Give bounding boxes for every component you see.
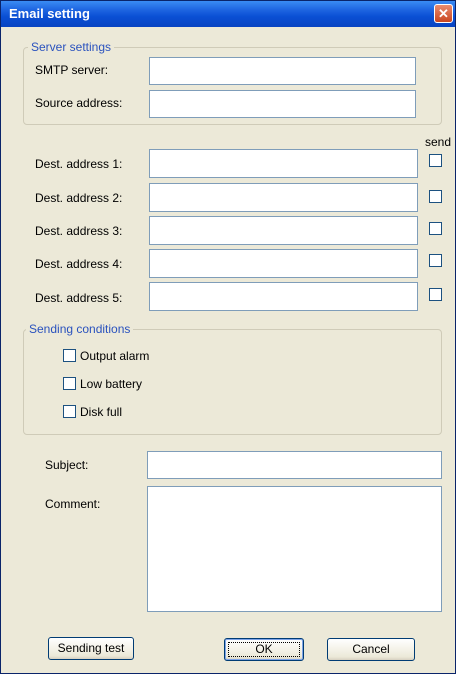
dest-address-2-input[interactable] <box>149 183 418 212</box>
sending-test-label: Sending test <box>57 641 125 655</box>
dest-address-2-send-checkbox[interactable] <box>429 190 442 203</box>
ok-button[interactable]: OK <box>224 638 304 661</box>
subject-label: Subject: <box>45 458 89 472</box>
dest-address-1-label: Dest. address 1: <box>35 157 123 171</box>
source-address-label: Source address: <box>35 96 123 110</box>
dest-address-4-label: Dest. address 4: <box>35 257 123 271</box>
dest-address-3-input[interactable] <box>149 216 418 245</box>
smtp-server-input[interactable] <box>149 57 416 85</box>
dest-address-4-send-checkbox[interactable] <box>429 254 442 267</box>
send-column-header: send <box>425 135 452 149</box>
email-setting-dialog: Email setting ✕ Server settings SMTP ser… <box>0 0 456 674</box>
dest-address-2-label: Dest. address 2: <box>35 191 123 205</box>
window-title: Email setting <box>9 6 90 21</box>
sending-conditions-legend: Sending conditions <box>26 322 134 336</box>
cancel-label: Cancel <box>352 642 390 656</box>
dest-address-3-send-checkbox[interactable] <box>429 222 442 235</box>
server-settings-legend: Server settings <box>28 40 115 54</box>
dest-address-4-input[interactable] <box>149 249 418 278</box>
cancel-button[interactable]: Cancel <box>327 638 415 661</box>
dest-address-3-label: Dest. address 3: <box>35 224 123 238</box>
output-alarm-label[interactable]: Output alarm <box>80 349 149 363</box>
title-bar[interactable]: Email setting ✕ <box>1 1 455 27</box>
dest-address-5-send-checkbox[interactable] <box>429 288 442 301</box>
low-battery-label[interactable]: Low battery <box>80 377 142 391</box>
comment-label: Comment: <box>45 497 101 511</box>
smtp-server-label: SMTP server: <box>35 63 109 77</box>
dest-address-5-input[interactable] <box>149 282 418 311</box>
output-alarm-checkbox[interactable] <box>63 349 76 362</box>
source-address-input[interactable] <box>149 90 416 118</box>
subject-input[interactable] <box>147 451 442 479</box>
low-battery-checkbox[interactable] <box>63 377 76 390</box>
close-icon[interactable]: ✕ <box>434 4 453 23</box>
comment-textarea[interactable] <box>147 486 442 612</box>
dest-address-1-send-checkbox[interactable] <box>429 154 442 167</box>
disk-full-checkbox[interactable] <box>63 405 76 418</box>
ok-focus-ring <box>228 642 300 657</box>
dest-address-1-input[interactable] <box>149 149 418 178</box>
sending-test-button[interactable]: Sending test <box>48 637 134 660</box>
disk-full-label[interactable]: Disk full <box>80 405 122 419</box>
dest-address-5-label: Dest. address 5: <box>35 291 123 305</box>
